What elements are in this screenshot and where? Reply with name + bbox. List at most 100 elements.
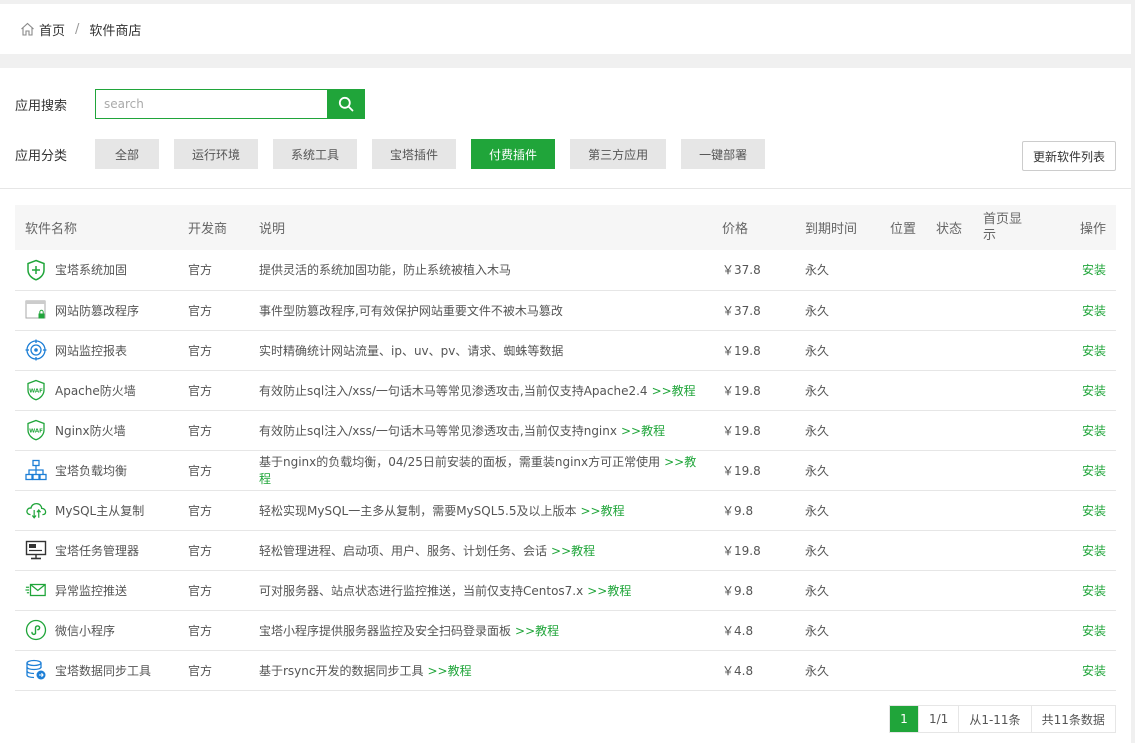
cell-name: 宝塔负载均衡 (15, 450, 178, 491)
install-link[interactable]: 安装 (1082, 384, 1106, 398)
page-count: 1/1 (918, 706, 958, 732)
install-link[interactable]: 安装 (1082, 504, 1106, 518)
software-name: Apache防火墙 (55, 383, 136, 398)
breadcrumb-home[interactable]: 首页 (20, 20, 65, 39)
category-tab[interactable]: 宝塔插件 (372, 139, 457, 169)
software-name: 宝塔系统加固 (55, 263, 128, 278)
breadcrumb-home-label[interactable]: 首页 (39, 20, 65, 39)
cell-name: WAF Apache防火墙 (15, 370, 178, 411)
cell-price: ￥9.8 (712, 570, 795, 611)
cell-status (926, 410, 973, 451)
cell-status (926, 330, 973, 371)
install-link[interactable]: 安装 (1082, 584, 1106, 598)
tutorial-link[interactable]: >>教程 (587, 584, 631, 598)
tutorial-link[interactable]: >>教程 (428, 664, 472, 678)
cell-position (880, 610, 926, 651)
category-tab[interactable]: 全部 (95, 139, 159, 169)
install-link[interactable]: 安装 (1082, 344, 1106, 358)
tutorial-link[interactable]: >>教程 (652, 384, 696, 398)
pagination: 1 1/1 从1-11条 共11条数据 (889, 705, 1116, 733)
cell-action: 安装 (1043, 570, 1116, 611)
software-name: 宝塔任务管理器 (55, 543, 140, 558)
cloud-sync-icon (25, 499, 47, 521)
install-link[interactable]: 安装 (1082, 664, 1106, 678)
divider (0, 188, 1131, 189)
cell-price: ￥19.8 (712, 370, 795, 411)
install-link[interactable]: 安装 (1082, 464, 1106, 478)
software-name: 宝塔负载均衡 (55, 463, 128, 478)
tutorial-link[interactable]: >>教程 (551, 544, 595, 558)
cell-name: 宝塔系统加固 (15, 250, 178, 291)
table-row: 宝塔数据同步工具 官方 基于rsync开发的数据同步工具 >>教程 ￥4.8 永久 安装 (15, 650, 1116, 691)
cell-expire: 永久 (795, 570, 880, 611)
cell-description: 宝塔小程序提供服务器监控及安全扫码登录面板 >>教程 (249, 610, 712, 651)
cell-home-display (973, 450, 1043, 491)
cell-status (926, 490, 973, 531)
cell-expire: 永久 (795, 410, 880, 451)
table-row: 网站防篡改程序 官方 事件型防篡改程序,可有效保护网站重要文件不被木马篡改 ￥37.8… (15, 290, 1116, 331)
description-text: 基于rsync开发的数据同步工具 (259, 663, 424, 678)
cell-developer: 官方 (178, 570, 249, 611)
cell-home-display (973, 330, 1043, 371)
install-link[interactable]: 安装 (1082, 263, 1106, 277)
cell-name: 微信小程序 (15, 610, 178, 651)
col-developer: 开发商 (188, 222, 228, 237)
waf-shield-icon: WAF (25, 379, 47, 401)
search-input[interactable] (95, 89, 327, 119)
refresh-list-button[interactable]: 更新软件列表 (1022, 141, 1116, 171)
tutorial-link[interactable]: >>教程 (621, 424, 665, 438)
description-text: 实时精确统计网站流量、ip、uv、pv、请求、蜘蛛等数据 (259, 343, 564, 358)
cell-action: 安装 (1043, 650, 1116, 691)
software-name: 宝塔数据同步工具 (55, 663, 152, 678)
software-name: 网站监控报表 (55, 343, 128, 358)
description-text: 提供灵活的系统加固功能，防止系统被植入木马 (259, 263, 512, 278)
home-icon (21, 22, 34, 36)
table-row: WAF Apache防火墙 官方 有效防止sql注入/xss/一句话木马等常见渗透攻击… (15, 370, 1116, 411)
cell-price: ￥37.8 (712, 290, 795, 331)
tutorial-link[interactable]: >>教程 (515, 624, 559, 638)
cell-position (880, 450, 926, 491)
cell-home-display (973, 410, 1043, 451)
col-expire: 到期时间 (805, 222, 858, 237)
install-link[interactable]: 安装 (1082, 304, 1106, 318)
cell-description: 轻松管理进程、启动项、用户、服务、计划任务、会话 >>教程 (249, 530, 712, 571)
col-price: 价格 (722, 222, 749, 237)
table-row: 微信小程序 官方 宝塔小程序提供服务器监控及安全扫码登录面板 >>教程 ￥4.8 永久 安装 (15, 610, 1116, 651)
cell-status (926, 250, 973, 291)
cell-position (880, 530, 926, 571)
install-link[interactable]: 安装 (1082, 544, 1106, 558)
cell-name: 异常监控推送 (15, 570, 178, 611)
install-link[interactable]: 安装 (1082, 624, 1106, 638)
category-tab[interactable]: 一键部署 (681, 139, 766, 169)
cell-price: ￥19.8 (712, 410, 795, 451)
cell-home-display (973, 490, 1043, 531)
page-current[interactable]: 1 (890, 706, 918, 732)
category-tab[interactable]: 系统工具 (273, 139, 358, 169)
cell-home-display (973, 250, 1043, 291)
cell-developer: 官方 (178, 650, 249, 691)
table-header-row: 软件名称 开发商 说明 价格 到期时间 位置 状态 首页显示 操作 (15, 205, 1116, 250)
install-link[interactable]: 安装 (1082, 424, 1106, 438)
table-row: WAF Nginx防火墙 官方 有效防止sql注入/xss/一句话木马等常见渗透攻击,… (15, 410, 1116, 451)
software-name: Nginx防火墙 (55, 423, 126, 438)
tutorial-link[interactable]: >>教程 (581, 504, 625, 518)
category-tab[interactable]: 运行环境 (174, 139, 259, 169)
search-row: 应用搜索 (15, 89, 365, 119)
cell-name: 网站防篡改程序 (15, 290, 178, 331)
category-tab[interactable]: 付费插件 (471, 139, 556, 169)
cell-action: 安装 (1043, 250, 1116, 291)
description-text: 宝塔小程序提供服务器监控及安全扫码登录面板 (259, 623, 512, 638)
window-lock-icon (25, 299, 47, 321)
cell-position (880, 290, 926, 331)
cell-action: 安装 (1043, 530, 1116, 571)
cell-home-display (973, 530, 1043, 571)
category-tab[interactable]: 第三方应用 (570, 139, 667, 169)
search-button[interactable] (327, 89, 365, 119)
cell-expire: 永久 (795, 250, 880, 291)
table-row: 宝塔负载均衡 官方 基于nginx的负载均衡，04/25日前安装的面板，需重装ngi… (15, 450, 1116, 491)
cell-price: ￥19.8 (712, 450, 795, 491)
cell-home-display (973, 610, 1043, 651)
cell-description: 可对服务器、站点状态进行监控推送，当前仅支持Centos7.x >>教程 (249, 570, 712, 611)
description-text: 轻松实现MySQL一主多从复制，需要MySQL5.5及以上版本 (259, 503, 577, 518)
cell-developer: 官方 (178, 330, 249, 371)
